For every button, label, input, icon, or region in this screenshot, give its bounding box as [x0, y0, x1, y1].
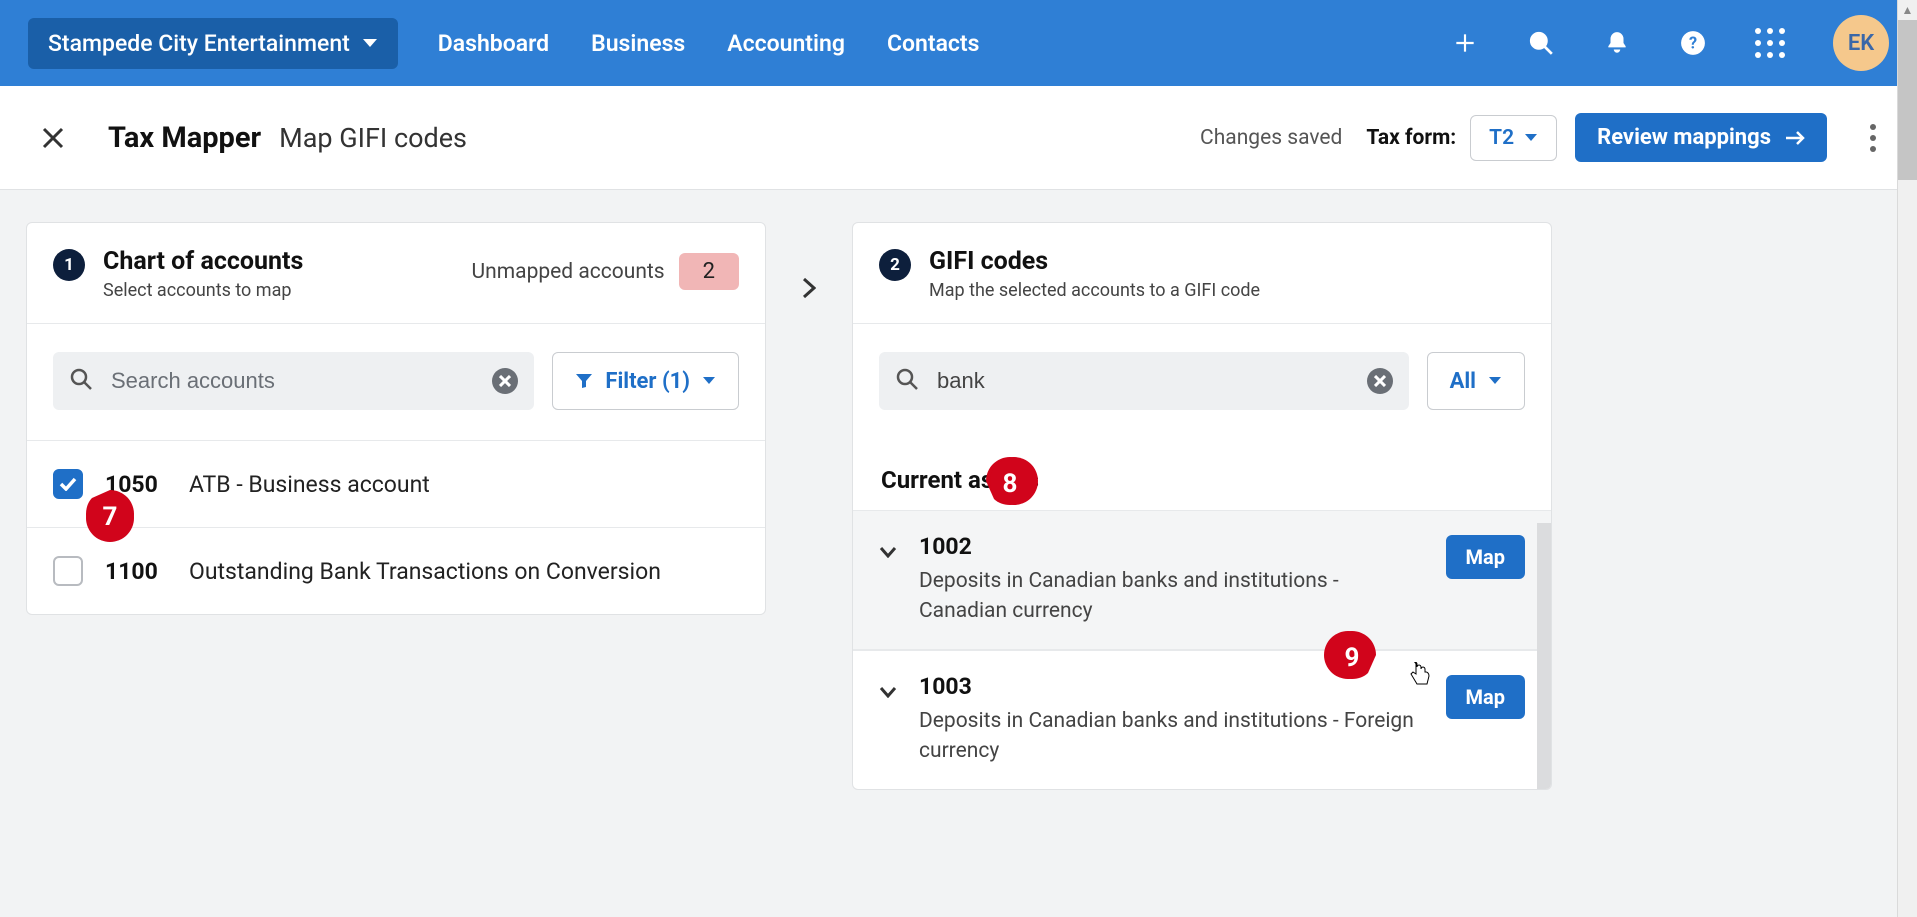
cursor-pointer-icon	[1408, 662, 1432, 688]
account-code: 1100	[105, 558, 167, 585]
tax-form-label: Tax form:	[1366, 126, 1456, 150]
unmapped-wrap: Unmapped accounts 2	[472, 253, 739, 290]
clear-icon[interactable]	[1367, 368, 1393, 394]
review-mappings-button[interactable]: Review mappings	[1575, 113, 1827, 162]
nav-accounting[interactable]: Accounting	[727, 30, 845, 57]
app-launcher-icon[interactable]	[1755, 28, 1785, 58]
review-label: Review mappings	[1597, 125, 1771, 150]
tax-form-select[interactable]: T2	[1470, 115, 1557, 161]
filter-icon	[575, 373, 593, 389]
org-name: Stampede City Entertainment	[48, 30, 350, 57]
search-input[interactable]	[111, 368, 474, 394]
tax-form-value: T2	[1489, 126, 1514, 150]
panel-subtitle: Map the selected accounts to a GIFI code	[929, 280, 1260, 301]
step-badge: 2	[879, 249, 911, 281]
search-gifi[interactable]	[879, 352, 1409, 410]
gifi-code: 1002	[919, 533, 1424, 560]
callout-9: 9	[1320, 623, 1384, 687]
nav-contacts[interactable]: Contacts	[887, 30, 980, 57]
page-title: Tax Mapper	[108, 121, 261, 155]
chevron-right-icon	[782, 254, 836, 308]
svg-text:?: ?	[1689, 33, 1697, 52]
search-icon	[69, 367, 93, 395]
caret-down-icon	[362, 37, 378, 49]
subheader: Tax Mapper Map GIFI codes Changes saved …	[0, 86, 1917, 190]
search-accounts[interactable]	[53, 352, 534, 410]
search-icon[interactable]	[1527, 29, 1555, 57]
search-input[interactable]	[937, 368, 1349, 394]
top-nav: Stampede City Entertainment Dashboard Bu…	[0, 0, 1917, 86]
gifi-codes-panel: 2 GIFI codes Map the selected accounts t…	[852, 222, 1552, 790]
page-subtitle: Map GIFI codes	[279, 122, 467, 154]
account-name: ATB - Business account	[189, 471, 430, 498]
panel-titles: GIFI codes Map the selected accounts to …	[929, 247, 1260, 301]
all-filter-button[interactable]: All	[1427, 352, 1525, 410]
map-button[interactable]: Map	[1446, 675, 1525, 719]
all-label: All	[1450, 369, 1476, 394]
panel-header: 2 GIFI codes Map the selected accounts t…	[853, 223, 1551, 324]
chevron-down-icon[interactable]	[879, 543, 897, 555]
gifi-row[interactable]: 1003 Deposits in Canadian banks and inst…	[853, 650, 1551, 789]
panel-titles: Chart of accounts Select accounts to map	[103, 247, 303, 301]
panel-header: 1 Chart of accounts Select accounts to m…	[27, 223, 765, 324]
callout-8: 8	[978, 449, 1042, 513]
map-button[interactable]: Map	[1446, 535, 1525, 579]
scrollbar[interactable]: ▲	[1897, 0, 1917, 917]
caret-down-icon	[1524, 133, 1538, 143]
bell-icon[interactable]	[1603, 29, 1631, 57]
main: 1 Chart of accounts Select accounts to m…	[0, 190, 1917, 790]
help-icon[interactable]: ?	[1679, 29, 1707, 57]
panel-title: Chart of accounts	[103, 247, 303, 276]
section-label: Current assets	[853, 440, 1551, 510]
gifi-desc: Deposits in Canadian banks and instituti…	[919, 566, 1424, 627]
nav-links: Dashboard Business Accounting Contacts	[438, 30, 980, 57]
org-selector[interactable]: Stampede City Entertainment	[28, 18, 398, 69]
unmapped-label: Unmapped accounts	[472, 260, 665, 284]
step-badge: 1	[53, 249, 85, 281]
filter-button[interactable]: Filter (1)	[552, 352, 739, 410]
add-icon[interactable]	[1451, 29, 1479, 57]
gifi-text: 1002 Deposits in Canadian banks and inst…	[919, 533, 1424, 627]
kebab-menu-icon[interactable]	[1859, 119, 1887, 157]
panel-subtitle: Select accounts to map	[103, 280, 303, 301]
callout-7: 7	[78, 482, 142, 546]
panel-title: GIFI codes	[929, 247, 1260, 276]
gifi-desc: Deposits in Canadian banks and instituti…	[919, 706, 1424, 767]
close-icon[interactable]	[42, 127, 64, 149]
filter-label: Filter (1)	[605, 369, 690, 394]
nav-dashboard[interactable]: Dashboard	[438, 30, 549, 57]
topbar-icons: ? EK	[1451, 15, 1889, 71]
scroll-thumb[interactable]	[1898, 20, 1917, 180]
checkbox[interactable]	[53, 556, 83, 586]
scroll-up-icon[interactable]: ▲	[1898, 0, 1917, 20]
chart-of-accounts-panel: 1 Chart of accounts Select accounts to m…	[26, 222, 766, 615]
arrow-right-icon	[1785, 131, 1805, 145]
caret-down-icon	[1488, 376, 1502, 386]
changes-saved: Changes saved	[1200, 126, 1342, 150]
search-icon	[895, 367, 919, 395]
caret-down-icon	[702, 376, 716, 386]
account-name: Outstanding Bank Transactions on Convers…	[189, 558, 661, 585]
page-title-wrap: Tax Mapper Map GIFI codes	[108, 121, 467, 155]
avatar-initials: EK	[1848, 31, 1874, 56]
controls-row: All	[853, 324, 1551, 440]
unmapped-count-badge: 2	[679, 253, 739, 290]
controls-row: Filter (1)	[27, 324, 765, 440]
gifi-row[interactable]: 1002 Deposits in Canadian banks and inst…	[853, 510, 1551, 650]
nav-business[interactable]: Business	[591, 30, 685, 57]
chevron-down-icon[interactable]	[879, 683, 897, 695]
avatar[interactable]: EK	[1833, 15, 1889, 71]
clear-icon[interactable]	[492, 368, 518, 394]
